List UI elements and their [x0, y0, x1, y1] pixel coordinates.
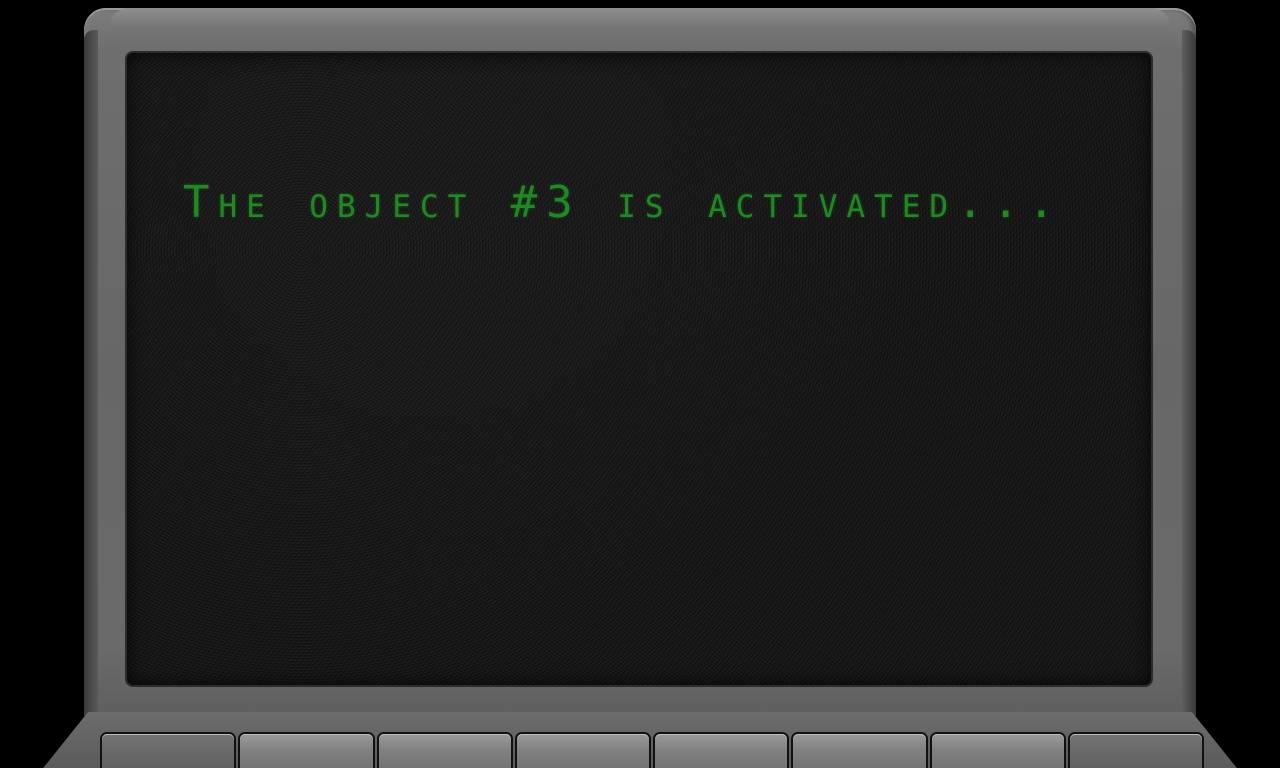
- keyboard-key: [1069, 734, 1202, 768]
- keyboard-key: [378, 734, 511, 768]
- laptop-screen: The object #3 is activated...: [127, 53, 1151, 685]
- keyboard-key: [240, 734, 373, 768]
- keyboard-key: [102, 734, 235, 768]
- laptop-bezel-left-edge: [84, 30, 98, 720]
- screen-noise-texture: [127, 53, 1151, 685]
- laptop-bezel-right-edge: [1182, 30, 1196, 720]
- keyboard-key: [793, 734, 926, 768]
- terminal-message: The object #3 is activated...: [183, 177, 1064, 228]
- keyboard-keys: [90, 734, 1202, 768]
- keyboard-key: [655, 734, 788, 768]
- keyboard-key: [931, 734, 1064, 768]
- keyboard-key: [516, 734, 649, 768]
- game-scene: The object #3 is activated...: [0, 0, 1280, 768]
- laptop-bezel-top: [110, 8, 1170, 30]
